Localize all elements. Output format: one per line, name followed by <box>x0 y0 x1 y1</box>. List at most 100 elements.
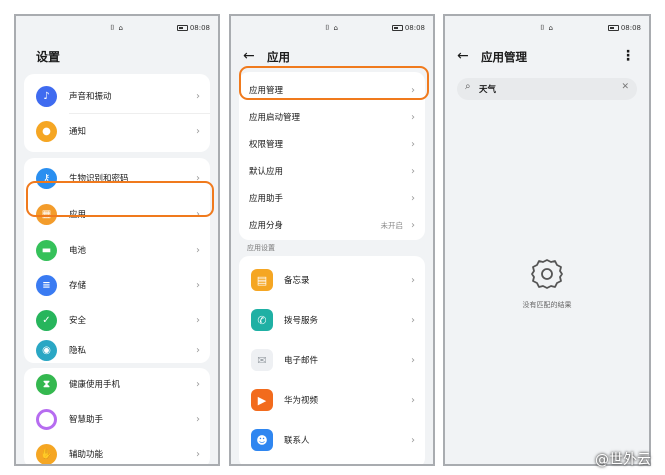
search-input[interactable]: ⌕ 天气 ✕ <box>457 78 637 100</box>
signal-indicator: ⌷ ⌂ <box>325 24 339 32</box>
back-arrow-icon[interactable]: ← <box>243 46 255 66</box>
empty-state-text: 没有匹配的结果 <box>522 301 572 309</box>
app-item-label: 拨号服务 <box>284 316 319 326</box>
app-item-label: 联系人 <box>284 436 310 446</box>
battery-status-icon <box>391 25 403 31</box>
page-title: 应用管理 <box>481 50 527 64</box>
menu-item-label: 应用分身 <box>249 221 284 231</box>
status-bar: ⌷ ⌂ 08:08 <box>16 16 218 36</box>
app-twin-status: 未开启 <box>380 220 404 230</box>
chevron-right-icon: › <box>411 354 415 366</box>
app-bar: ← 应用管理 ⋮ <box>445 46 649 68</box>
app-list-card: ▤ 备忘录 › ✆ 拨号服务 › ✉ 电子邮件 › ▶ 华为视频 › ☻ 联系人… <box>239 256 425 464</box>
chevron-right-icon: › <box>411 192 415 204</box>
app-item-contacts[interactable]: ☻ 联系人 › <box>239 422 425 458</box>
chevron-right-icon: › <box>411 165 415 177</box>
settings-item-battery[interactable]: ▬ 电池 › <box>24 234 210 266</box>
settings-item-label: 声音和振动 <box>69 92 112 102</box>
contacts-icon: ☻ <box>251 429 273 451</box>
chevron-right-icon: › <box>196 125 200 137</box>
settings-item-notifications[interactable]: ● 通知 › <box>24 115 210 147</box>
assistant-icon <box>36 408 57 430</box>
settings-item-assistant[interactable]: 智慧助手 › <box>24 403 210 435</box>
app-item-label: 备忘录 <box>284 276 310 286</box>
settings-item-digital-balance[interactable]: ⧗ 健康使用手机 › <box>24 368 210 400</box>
settings-item-privacy[interactable]: ◉ 隐私 › <box>24 338 210 362</box>
app-item-label: 电子邮件 <box>284 356 319 366</box>
status-time: 08:08 <box>620 24 641 32</box>
clear-icon[interactable]: ✕ <box>621 82 629 92</box>
chevron-right-icon: › <box>411 219 415 231</box>
menu-item-label: 权限管理 <box>249 140 284 150</box>
settings-item-security[interactable]: ✓ 安全 › <box>24 304 210 336</box>
back-arrow-icon[interactable]: ← <box>457 46 469 66</box>
storage-icon: ≡ <box>36 274 57 296</box>
menu-item-app-assistant[interactable]: 应用助手 › <box>239 185 425 211</box>
chevron-right-icon: › <box>196 413 200 425</box>
battery-status-icon <box>607 25 619 31</box>
memo-icon: ▤ <box>251 269 273 291</box>
search-value: 天气 <box>479 85 497 95</box>
menu-item-label: 应用启动管理 <box>249 113 301 123</box>
chevron-right-icon: › <box>196 90 200 102</box>
app-item-video[interactable]: ▶ 华为视频 › <box>239 382 425 418</box>
status-time: 08:08 <box>189 24 210 32</box>
menu-item-permissions[interactable]: 权限管理 › <box>239 131 425 157</box>
app-item-dialer[interactable]: ✆ 拨号服务 › <box>239 302 425 338</box>
bell-icon: ● <box>36 120 57 142</box>
settings-item-label: 隐私 <box>69 346 87 356</box>
phone-screen-apps: ⌷ ⌂ 08:08 ← 应用 应用管理 › 应用启动管理 › 权限管理 › 默认… <box>229 14 435 466</box>
more-options-icon[interactable]: ⋮ <box>621 48 635 64</box>
phone-icon: ✆ <box>251 309 273 331</box>
hand-icon: ✋ <box>36 443 57 464</box>
settings-group-1: ♪ 声音和振动 › ● 通知 › <box>24 74 210 152</box>
menu-item-default-apps[interactable]: 默认应用 › <box>239 158 425 184</box>
settings-item-sound[interactable]: ♪ 声音和振动 › <box>24 80 210 112</box>
menu-item-startup-management[interactable]: 应用启动管理 › <box>239 104 425 130</box>
settings-item-storage[interactable]: ≡ 存储 › <box>24 269 210 301</box>
chevron-right-icon: › <box>411 394 415 406</box>
settings-group-3: ⧗ 健康使用手机 › 智慧助手 › ✋ 辅助功能 › <box>24 368 210 464</box>
chevron-right-icon: › <box>411 274 415 286</box>
settings-item-label: 辅助功能 <box>69 450 104 460</box>
page-title: 设置 <box>36 50 61 64</box>
battery-icon: ▬ <box>36 239 57 261</box>
highlight-app-management <box>239 66 429 100</box>
signal-indicator: ⌷ ⌂ <box>110 24 124 32</box>
status-bar: ⌷ ⌂ 08:08 <box>445 16 649 36</box>
settings-item-accessibility[interactable]: ✋ 辅助功能 › <box>24 438 210 464</box>
settings-item-label: 电池 <box>69 246 87 256</box>
menu-item-app-twin[interactable]: 应用分身 未开启 › <box>239 212 425 238</box>
settings-item-label: 智慧助手 <box>69 415 104 425</box>
battery-status-icon <box>176 25 188 31</box>
app-bar: ← 应用 <box>231 46 433 68</box>
settings-item-label: 安全 <box>69 316 87 326</box>
chevron-right-icon: › <box>411 434 415 446</box>
app-item-email[interactable]: ✉ 电子邮件 › <box>239 342 425 378</box>
watermark-text: @世外云 <box>595 452 651 468</box>
menu-item-label: 默认应用 <box>249 167 284 177</box>
signal-indicator: ⌷ ⌂ <box>540 24 554 32</box>
settings-item-label: 健康使用手机 <box>69 380 121 390</box>
app-item-memo[interactable]: ▤ 备忘录 › <box>239 262 425 298</box>
page-title: 应用 <box>267 50 290 64</box>
gear-icon <box>529 256 565 296</box>
app-item-label: 华为视频 <box>284 396 319 406</box>
status-bar: ⌷ ⌂ 08:08 <box>231 16 433 36</box>
mail-icon: ✉ <box>251 349 273 371</box>
watermark: @世外云 <box>595 449 651 469</box>
chevron-right-icon: › <box>196 314 200 326</box>
chevron-right-icon: › <box>411 138 415 150</box>
chevron-right-icon: › <box>196 279 200 291</box>
sound-icon: ♪ <box>36 85 57 107</box>
chevron-right-icon: › <box>411 111 415 123</box>
menu-item-label: 应用助手 <box>249 194 284 204</box>
section-label: 应用设置 <box>247 244 275 252</box>
chevron-right-icon: › <box>196 244 200 256</box>
phone-screen-settings: ⌷ ⌂ 08:08 设置 ♪ 声音和振动 › ● 通知 › ⚷ 生物识别和密码 … <box>14 14 220 466</box>
shield-icon: ✓ <box>36 309 57 331</box>
chevron-right-icon: › <box>196 378 200 390</box>
privacy-icon: ◉ <box>36 339 57 361</box>
settings-item-label: 通知 <box>69 127 87 137</box>
chevron-right-icon: › <box>196 448 200 460</box>
